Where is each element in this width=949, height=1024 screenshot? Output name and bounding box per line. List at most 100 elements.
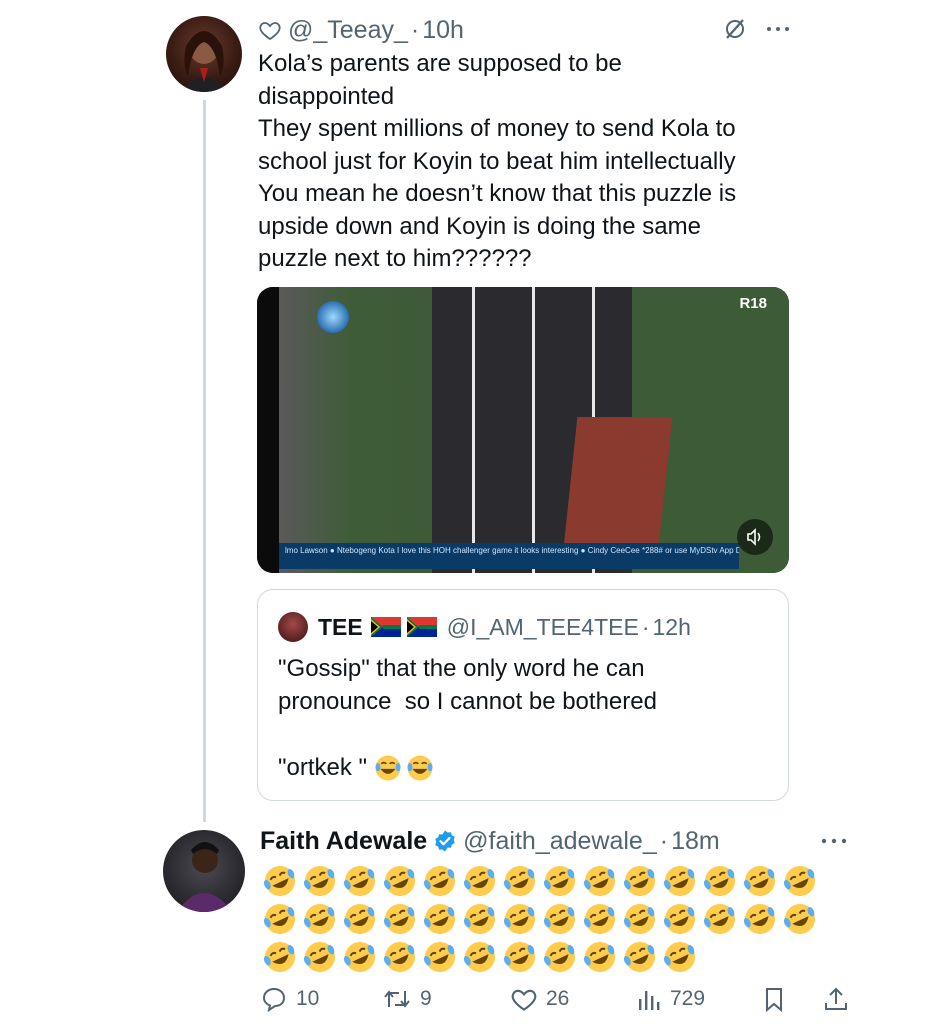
rofl-emoji [262,901,298,937]
quoted-text-line: "Gossip" that the only word he can [278,655,645,682]
tweet-header: @_Teeay_ · 10h [258,16,464,44]
age-rating: R18 [739,295,767,312]
emoji-row [262,862,822,900]
rofl-emoji [662,863,698,899]
rofl-emoji [622,863,658,899]
rofl-emoji [462,901,498,937]
quoted-text-line [278,718,657,751]
bookmark-icon [766,988,782,1013]
rofl-emoji [262,939,298,975]
tweet-text-line: upside down and Koyin is doing the same [258,212,701,240]
rofl-emoji [302,901,338,937]
emoji-row [262,900,822,938]
more-icon[interactable] [766,25,790,33]
rofl-emoji [422,939,458,975]
heart-icon[interactable] [258,18,282,42]
quoted-author-handle: @I_AM_TEE4TEE [446,613,639,640]
like-button[interactable]: 26 [510,982,569,1016]
thread-connector-line [203,100,206,822]
rofl-emoji [622,901,658,937]
quoted-timestamp: 12h [652,613,691,640]
mute-icon[interactable] [722,16,748,42]
rofl-emoji [502,901,538,937]
rofl-emoji [582,863,618,899]
reply-count: 10 [296,987,320,1010]
rofl-emoji [742,863,778,899]
rofl-emoji [342,901,378,937]
rofl-emoji [542,939,578,975]
rofl-emoji [382,939,418,975]
more-icon[interactable] [820,826,848,861]
tweet-text-line: They spent millions of money to send Kol… [258,115,736,142]
rofl-emoji [382,863,418,899]
reply-button[interactable]: 10 [260,982,319,1016]
rofl-emoji [302,863,338,899]
rofl-emoji [542,863,578,899]
rofl-emoji [702,901,738,937]
separator: · [659,826,669,855]
author-name[interactable]: Faith Adewale [260,827,427,856]
avatar[interactable] [163,830,245,912]
rofl-emoji [582,939,618,975]
rofl-emoji [422,901,458,937]
tweet-text-line: disappointed [258,82,395,110]
quoted-text-line: "ortkek " [278,751,657,784]
like-icon [511,989,537,1011]
volume-icon[interactable] [737,519,773,555]
share-button[interactable] [822,982,850,1016]
tweet-text-line: school just for Koyin to beat him intell… [258,147,736,175]
rofl-emoji [662,901,698,937]
retweet-count: 9 [420,987,432,1010]
tweet-text-line: puzzle next to him?????? [258,245,532,272]
quoted-text-line: pronounce so I cannot be bothered [278,688,657,715]
rofl-emoji [262,863,298,899]
rofl-emoji [462,939,498,975]
views-button[interactable]: 729 [636,982,705,1016]
like-count: 26 [546,987,570,1010]
rofl-emoji [782,863,818,899]
rofl-emoji [302,939,338,975]
video-ticker: lmo Lawson ● Ntebogeng Kota I love this … [279,543,739,569]
avatar[interactable] [166,16,242,92]
show-logo-icon [317,301,349,333]
share-icon [825,987,847,1010]
timestamp[interactable]: 10h [422,16,464,45]
separator: · [410,15,420,44]
south-africa-flag-icon [406,617,437,637]
rofl-emoji [742,901,778,937]
author-handle[interactable]: @_Teeay_ [288,16,408,45]
rofl-emoji [542,901,578,937]
quoted-tweet[interactable]: TEE @I_AM_TEE4TEE · 12h "Gossip" that th… [257,589,789,801]
emoji-text [262,862,822,976]
quoted-text-fragment: "ortkek " [278,754,368,781]
laughing-tears-emoji [407,755,433,780]
rofl-emoji [702,863,738,899]
rofl-emoji [662,939,698,975]
quoted-tweet-header: TEE @I_AM_TEE4TEE · 12h [278,612,691,642]
tweet-header-icons [722,16,790,42]
separator: · [641,613,650,640]
rofl-emoji [342,863,378,899]
views-icon [639,991,660,1010]
tweet-text-line: Kola’s parents are supposed to be [258,50,622,77]
video-letterbox [257,287,279,573]
south-africa-flag-icon [370,617,401,637]
rofl-emoji [622,939,658,975]
rofl-emoji [342,939,378,975]
avatar [278,612,308,642]
author-handle[interactable]: @faith_adewale_ [463,827,657,856]
retweet-button[interactable]: 9 [382,982,432,1016]
quoted-author-name: TEE [318,613,363,640]
video-floor-left [279,287,439,573]
timestamp[interactable]: 18m [671,827,720,856]
rofl-emoji [782,901,818,937]
tweet-text: Kola’s parents are supposed to be disapp… [258,48,818,276]
views-count: 729 [670,987,706,1010]
tweet-text-line: You mean he doesn’t know that this puzzl… [258,180,737,207]
tweet-header: Faith Adewale @faith_adewale_ · 18m [260,826,720,856]
retweet-icon [384,990,410,1008]
rofl-emoji [422,863,458,899]
bookmark-button[interactable] [760,982,788,1016]
rofl-emoji [462,863,498,899]
video-player[interactable]: R18 lmo Lawson ● Ntebogeng Kota I love t… [257,287,789,573]
